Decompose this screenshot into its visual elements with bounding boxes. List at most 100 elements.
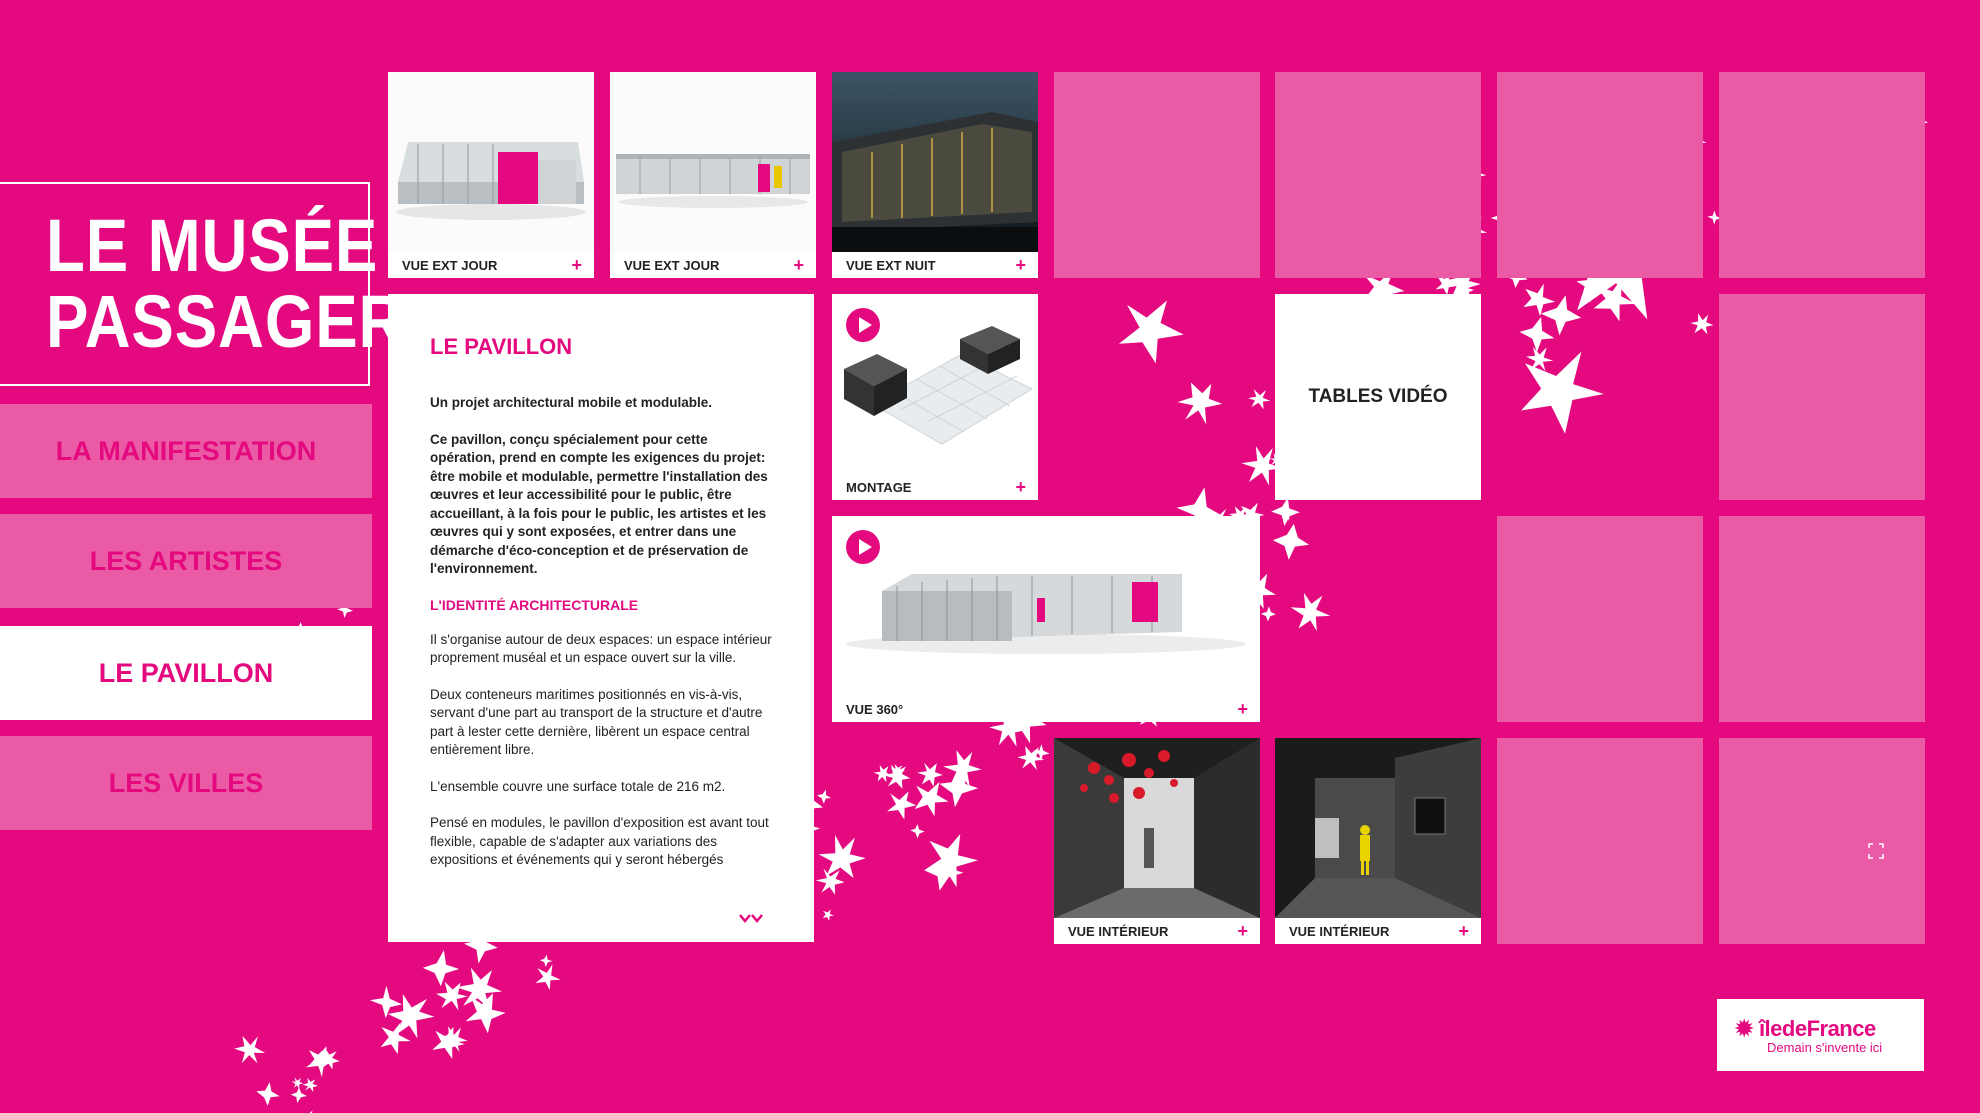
tile-vue-ext-jour-1[interactable]: VUE EXT JOUR +	[388, 72, 594, 278]
tile-vue-interieur-2[interactable]: VUE INTÉRIEUR +	[1275, 738, 1481, 944]
star-icon	[1248, 389, 1271, 410]
tile-empty	[1719, 516, 1925, 722]
nav-item-pavillon[interactable]: LE PAVILLON	[0, 626, 372, 720]
star-icon	[380, 1022, 411, 1055]
tile-empty	[1275, 72, 1481, 278]
tile-vue-ext-jour-2[interactable]: VUE EXT JOUR +	[610, 72, 816, 278]
star-icon: ✹	[1735, 1015, 1753, 1041]
star-icon	[883, 764, 911, 789]
star-icon	[939, 768, 979, 808]
title-line-2: PASSAGER	[46, 280, 406, 363]
star-icon	[291, 1077, 304, 1089]
star-icon	[1177, 382, 1223, 425]
star-icon	[890, 764, 905, 777]
star-icon	[1290, 592, 1331, 632]
article-panel[interactable]: LE PAVILLON Un projet architectural mobi…	[388, 294, 814, 942]
caption-text: VUE INTÉRIEUR	[1289, 923, 1390, 939]
plus-icon[interactable]: +	[1458, 921, 1469, 942]
star-icon	[1033, 744, 1050, 761]
star-icon	[1593, 278, 1637, 322]
plus-icon[interactable]: +	[1015, 477, 1026, 498]
star-icon	[1521, 351, 1604, 434]
plus-icon[interactable]: +	[1015, 255, 1026, 276]
pavilion-day-image	[610, 72, 816, 252]
star-icon	[387, 994, 435, 1039]
tile-empty	[1054, 72, 1260, 278]
tile-montage[interactable]: MONTAGE +	[832, 294, 1038, 500]
tile-empty	[1497, 516, 1703, 722]
tile-empty	[1497, 72, 1703, 278]
star-icon	[1540, 295, 1582, 336]
interior-image	[1275, 738, 1481, 918]
tile-caption: MONTAGE +	[832, 474, 1038, 500]
star-icon	[818, 834, 866, 878]
star-icon	[540, 954, 553, 968]
star-icon	[873, 764, 892, 783]
plus-icon[interactable]: +	[1237, 921, 1248, 942]
star-icon	[1272, 523, 1310, 560]
star-icon	[1526, 347, 1554, 372]
caption-text: MONTAGE	[846, 479, 912, 495]
tile-caption: VUE EXT NUIT +	[832, 252, 1038, 278]
nav-item-villes[interactable]: LES VILLES	[0, 736, 372, 830]
star-icon	[309, 1050, 329, 1070]
tile-empty	[1497, 738, 1703, 944]
nav-label: LA MANIFESTATION	[55, 435, 317, 466]
star-icon	[456, 967, 502, 1010]
star-icon	[234, 1035, 266, 1064]
star-icon	[1281, 508, 1295, 521]
tile-empty	[1719, 738, 1925, 944]
play-icon[interactable]	[846, 308, 880, 342]
site-title: LE MUSÉE PASSAGER	[0, 182, 404, 386]
star-icon	[817, 789, 832, 804]
plus-icon[interactable]: +	[1237, 699, 1248, 720]
tile-empty	[1719, 294, 1925, 500]
pavilion-night-image	[832, 72, 1038, 252]
iledefrance-logo[interactable]: ✹ îledeFrance Demain s'invente ici	[1717, 999, 1924, 1071]
article-paragraph: L'ensemble couvre une surface totale de …	[430, 778, 726, 794]
star-icon	[535, 964, 561, 991]
tile-tables-video[interactable]: TABLES VIDÉO	[1275, 294, 1481, 500]
logo-tagline: Demain s'invente ici	[1767, 1039, 1883, 1055]
nav-item-artistes[interactable]: LES ARTISTES	[0, 514, 372, 608]
star-icon	[822, 909, 835, 921]
tile-vue-360[interactable]: VUE 360° +	[832, 516, 1260, 722]
star-icon	[1519, 317, 1555, 353]
caption-text: VUE EXT NUIT	[846, 257, 936, 273]
caption-text: VUE INTÉRIEUR	[1068, 923, 1169, 939]
logo-name: ✹ îledeFrance	[1735, 1015, 1876, 1041]
plus-icon[interactable]: +	[793, 255, 804, 276]
article-paragraph: Pensé en modules, le pavillon d'expositi…	[430, 815, 769, 867]
tile-caption: VUE INTÉRIEUR +	[1275, 918, 1481, 944]
star-icon	[432, 1026, 465, 1059]
caption-text: VUE EXT JOUR	[624, 257, 720, 273]
chevron-down-icon[interactable]	[738, 909, 764, 930]
expand-icon[interactable]	[1868, 843, 1884, 862]
pavilion-360-image	[832, 516, 1260, 696]
tables-video-label: TABLES VIDÉO	[1308, 386, 1448, 407]
nav-label: LE PAVILLON	[98, 657, 274, 688]
nav-label: LES ARTISTES	[89, 545, 283, 576]
caption-text: VUE 360°	[846, 701, 904, 717]
tile-vue-interieur-1[interactable]: VUE INTÉRIEUR +	[1054, 738, 1260, 944]
tile-vue-ext-nuit[interactable]: VUE EXT NUIT +	[832, 72, 1038, 278]
plus-icon[interactable]: +	[571, 255, 582, 276]
article-subheading: L'IDENTITÉ ARCHITECTURALE	[430, 596, 639, 613]
pavilion-day-image	[388, 72, 594, 252]
star-icon	[422, 950, 460, 987]
tile-empty	[1719, 72, 1925, 278]
star-icon	[436, 981, 468, 1011]
star-icon	[1017, 745, 1045, 771]
star-icon	[256, 1082, 280, 1106]
nav-item-manifestation[interactable]: LA MANIFESTATION	[0, 404, 372, 498]
play-icon[interactable]	[846, 530, 880, 564]
star-icon	[369, 985, 403, 1019]
article-lead: Ce pavillon, conçu spécialement pour cet…	[430, 431, 768, 577]
title-line-1: LE MUSÉE	[46, 204, 379, 287]
star-icon	[943, 750, 982, 787]
article-intro: Un projet architectural mobile et modula…	[430, 395, 713, 410]
tile-caption: VUE INTÉRIEUR +	[1054, 918, 1260, 944]
star-icon	[924, 852, 964, 891]
star-icon	[1260, 606, 1276, 622]
star-icon	[1690, 313, 1714, 335]
